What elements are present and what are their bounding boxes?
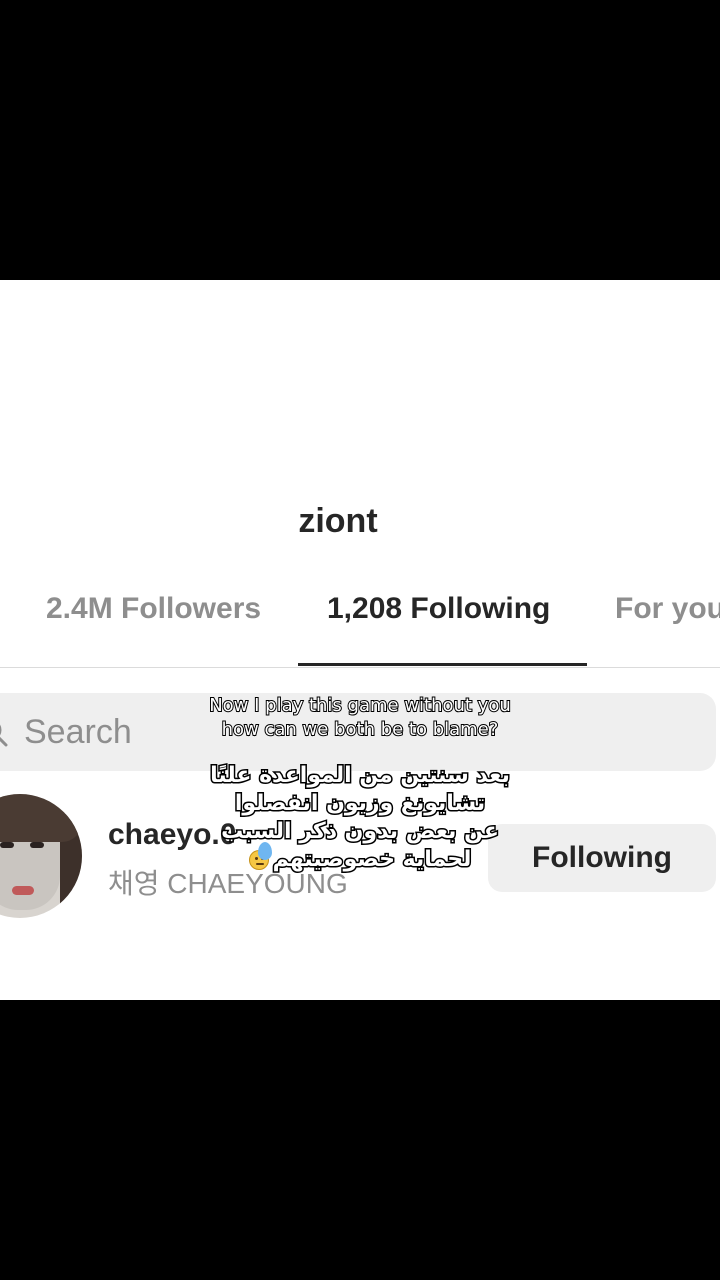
follow-tabs: 2.4M Followers 1,208 Following For you [0,592,720,668]
active-tab-indicator [298,663,587,666]
search-icon [0,717,8,747]
letterbox-bottom [0,1000,720,1280]
caption-english-line: how can we both be to blame? [221,718,500,741]
caption-arabic-line: لحماية خصوصيتهم [271,846,473,874]
tab-followers[interactable]: 2.4M Followers [46,592,261,626]
sweat-drop-icon [258,842,272,860]
tabs-divider [0,667,720,668]
caption-arabic-line: بعد سنتين من المواعدة علنًا [209,762,512,790]
caption-arabic: بعد سنتين من المواعدة علنًا تشايونغ وزيو… [150,762,570,874]
caption-arabic-line-last: لحماية خصوصيتهم [150,846,570,874]
caption-english: Now I play this game without you how can… [150,694,570,742]
profile-following-screen: ziont 2.4M Followers 1,208 Following For… [0,280,720,1000]
caption-english-line: Now I play this game without you [208,694,512,717]
tab-following[interactable]: 1,208 Following [327,592,550,626]
search-placeholder: Search [24,713,132,751]
avatar[interactable] [0,794,82,918]
profile-username: ziont [298,502,378,540]
caption-arabic-line: تشايونغ وزيون انفصلوا [233,790,486,818]
letterbox-top [0,0,720,280]
caption-arabic-line: عن بعض بدون ذكر السبب [220,818,501,846]
tab-for-you[interactable]: For you [615,592,720,626]
